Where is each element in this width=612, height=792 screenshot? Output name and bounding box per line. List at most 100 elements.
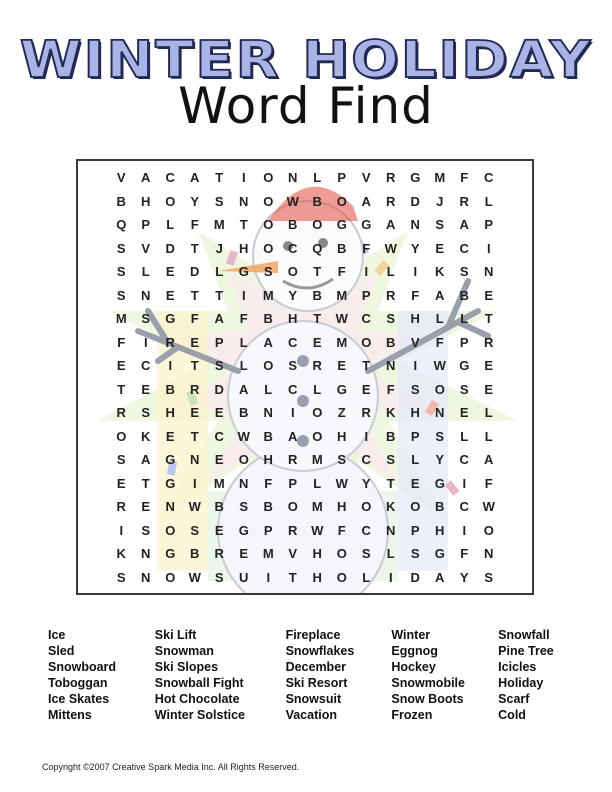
word-list-item: Ice Skates (48, 692, 110, 706)
grid-letter: E (337, 358, 347, 373)
grid-letter: L (166, 217, 175, 232)
grid-letter: I (462, 522, 467, 538)
word-list-item: Pine Tree (498, 644, 554, 658)
grid-letter: V (410, 334, 420, 350)
grid-letter: F (411, 287, 420, 303)
grid-letter: S (116, 240, 126, 256)
grid-letter: I (462, 475, 467, 491)
grid-letter: I (143, 334, 148, 350)
grid-letter: O (287, 264, 298, 279)
grid-letter: Z (337, 405, 346, 420)
grid-letter: I (413, 358, 418, 373)
grid-letter: M (311, 452, 323, 467)
grid-letter: B (459, 287, 469, 303)
grid-letter: A (263, 334, 273, 350)
grid-letter: P (141, 217, 151, 232)
grid-letter: N (288, 170, 298, 185)
grid-letter: I (168, 358, 173, 373)
grid-letter: H (337, 428, 347, 444)
grid-letter: F (460, 170, 469, 185)
grid-letter: E (214, 405, 224, 420)
grid-letter: N (263, 405, 273, 420)
grid-letter: R (459, 193, 469, 209)
word-list-item: Snowfall (498, 628, 550, 642)
grid-letter: D (410, 193, 420, 209)
grid-letter: S (337, 452, 347, 467)
grid-letter: F (190, 217, 199, 232)
grid-letter: O (165, 522, 176, 538)
grid-letter: N (386, 358, 396, 373)
grid-letter: T (313, 264, 322, 279)
grid-letter: A (190, 170, 200, 185)
grid-letter: O (263, 217, 274, 232)
grid-letter: T (190, 358, 199, 373)
grid-letter: I (119, 522, 124, 538)
grid-row: ISOSEGPRWFCNPHIO (78, 519, 532, 543)
grid-letter: B (214, 499, 224, 514)
grid-letter: S (386, 311, 396, 326)
grid-letter: V (116, 170, 126, 185)
grid-letter: B (435, 499, 445, 514)
grid-letter: O (361, 334, 372, 350)
grid-row: ECITSLOSRETNIWGE (78, 354, 532, 378)
grid-letter: E (165, 428, 175, 444)
grid-letter: I (364, 428, 369, 444)
grid-letter: V (361, 170, 371, 185)
grid-letter: B (386, 428, 396, 444)
grid-letter: F (386, 381, 395, 397)
grid-letter: P (484, 217, 494, 232)
grid-letter: L (239, 334, 248, 350)
grid-letter: S (435, 217, 445, 232)
grid-letter: F (337, 264, 346, 279)
word-list-column: Ice Sled Snowboard Toboggan Ice Skates Mitten… (48, 627, 155, 723)
grid-letter: T (190, 428, 199, 444)
grid-letter: K (116, 546, 126, 561)
grid-letter: G (336, 381, 347, 397)
grid-row: SNETTIMYBMPRFABE (78, 284, 532, 308)
grid-letter: F (239, 311, 248, 326)
grid-letter: R (288, 452, 298, 467)
grid-letter: O (483, 522, 494, 538)
word-list-item: Sled (48, 644, 75, 658)
grid-letter: J (436, 193, 444, 209)
grid-letter: P (361, 287, 371, 303)
grid-letter: R (190, 381, 200, 397)
word-list-item: Ice (48, 628, 66, 642)
grid-letter: C (361, 522, 371, 538)
grid-letter: F (484, 475, 493, 491)
grid-letter: A (141, 170, 151, 185)
grid-letter: O (287, 499, 298, 514)
grid-letter: O (116, 428, 127, 444)
grid-letter: O (312, 405, 323, 420)
grid-letter: U (239, 569, 249, 585)
grid-letter: L (386, 264, 395, 279)
grid-letter: O (263, 240, 274, 256)
grid-letter: S (459, 264, 469, 279)
grid-row: SLEDLGSOTFILIKSN (78, 260, 532, 284)
grid-letter: O (312, 428, 323, 444)
grid-letter: G (238, 264, 249, 279)
grid-letter: L (460, 311, 469, 326)
grid-letter: V (288, 546, 298, 561)
grid-letter: K (386, 499, 396, 514)
grid-letter: I (241, 170, 246, 185)
grid-letter: M (213, 475, 225, 491)
grid-letter: O (263, 170, 274, 185)
grid-letter: B (263, 499, 273, 514)
grid-letter: M (262, 546, 274, 561)
grid-row: SAGNEOHRMSCSLYCA (78, 448, 532, 472)
grid-letter: V (141, 240, 151, 256)
grid-letter: G (165, 311, 176, 326)
grid-letter: B (263, 311, 273, 326)
grid-letter: B (386, 334, 396, 350)
grid-letter: G (165, 475, 176, 491)
grid-row: TEBRDALCLGEFSOSE (78, 378, 532, 402)
grid-letter: S (141, 311, 151, 326)
grid-letter: W (188, 569, 201, 585)
grid-letter: B (288, 217, 298, 232)
grid-letter: G (336, 217, 347, 232)
grid-letter: T (190, 287, 199, 303)
grid-letter: J (215, 240, 223, 256)
grid-letter: G (459, 358, 470, 373)
grid-row: RENWBSBOMHOKOBCW (78, 495, 532, 519)
